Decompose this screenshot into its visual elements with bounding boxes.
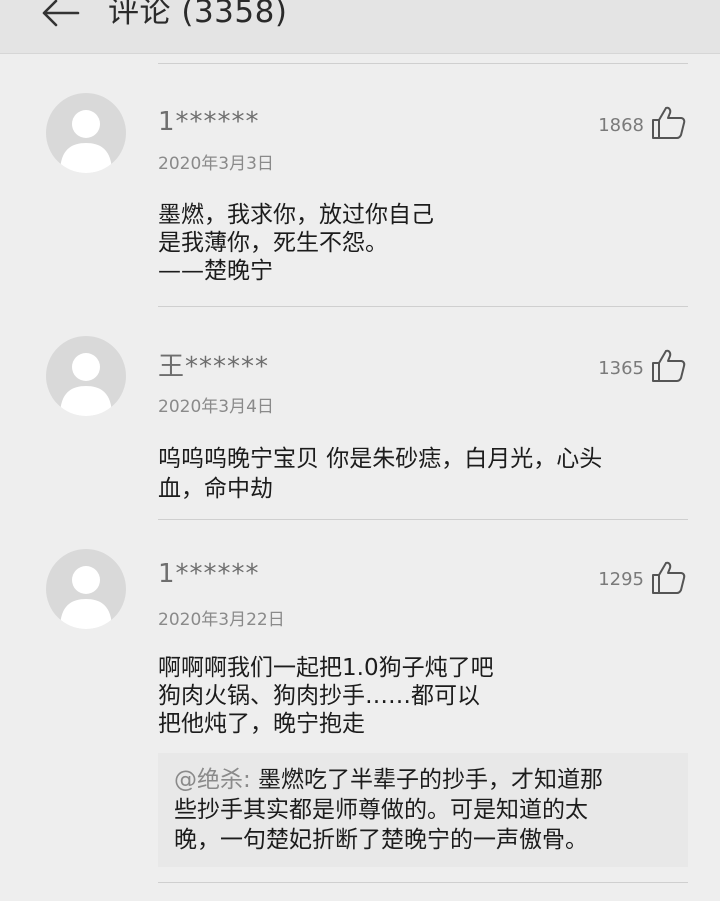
default-avatar-icon [60, 353, 112, 416]
comment-line: 狗肉火锅、狗肉抄手……都可以 [158, 683, 480, 709]
comment-line: 血，命中劫 [158, 476, 273, 502]
comment-date: 2020年3月22日 [158, 610, 285, 630]
comment-line: 是我薄你，死生不怨。 [158, 230, 388, 256]
like-count: 1295 [598, 569, 644, 590]
comment-line: 墨燃，我求你，放过你自己 [158, 202, 434, 228]
thumbs-up-icon[interactable] [650, 348, 686, 384]
reply-text: 墨燃吃了半辈子的抄手，才知道那 [250, 767, 604, 793]
avatar[interactable] [46, 549, 126, 629]
comment-text: 墨燃，我求你，放过你自己 是我薄你，死生不怨。 ——楚晚宁 [158, 201, 678, 285]
avatar[interactable] [46, 93, 126, 173]
comment-date: 2020年3月4日 [158, 397, 274, 417]
reply-line: 些抄手其实都是师尊做的。可是知道的太 [174, 797, 588, 823]
like-count: 1365 [598, 358, 644, 379]
comment-line: 把他炖了，晚宁抱走 [158, 711, 365, 737]
top-bar: 评论 (3358) [0, 0, 720, 54]
back-button[interactable] [30, 0, 90, 38]
divider [158, 306, 688, 307]
reply-line: 晚，一句楚妃折断了楚晚宁的一声傲骨。 [174, 827, 588, 853]
divider [158, 63, 688, 64]
back-arrow-icon [42, 0, 80, 27]
divider [158, 882, 688, 883]
comment-username: 1****** [158, 107, 260, 137]
page-title: 评论 (3358) [108, 0, 288, 30]
default-avatar-icon [60, 566, 112, 629]
divider [158, 519, 688, 520]
comment-username: 王****** [158, 352, 270, 382]
default-avatar-icon [60, 110, 112, 173]
comment-text: 呜呜呜晚宁宝贝 你是朱砂痣，白月光，心头 血，命中劫 [158, 444, 678, 504]
comment-line: ——楚晚宁 [158, 258, 273, 284]
avatar[interactable] [46, 336, 126, 416]
reply-quote[interactable]: @绝杀: 墨燃吃了半辈子的抄手，才知道那 些抄手其实都是师尊做的。可是知道的太 … [158, 753, 688, 867]
comment-line: 呜呜呜晚宁宝贝 你是朱砂痣，白月光，心头 [158, 446, 603, 472]
comment-username: 1****** [158, 559, 260, 589]
reply-line: @绝杀: 墨燃吃了半辈子的抄手，才知道那 [174, 765, 674, 795]
comment-text: 啊啊啊我们一起把1.0狗子炖了吧 狗肉火锅、狗肉抄手……都可以 把他炖了，晚宁抱… [158, 654, 678, 738]
like-count: 1868 [598, 115, 644, 136]
comment-line: 啊啊啊我们一起把1.0狗子炖了吧 [158, 655, 494, 681]
reply-username[interactable]: @绝杀: [174, 767, 251, 793]
comment-date: 2020年3月3日 [158, 154, 274, 174]
thumbs-up-icon[interactable] [650, 560, 686, 596]
thumbs-up-icon[interactable] [650, 105, 686, 141]
